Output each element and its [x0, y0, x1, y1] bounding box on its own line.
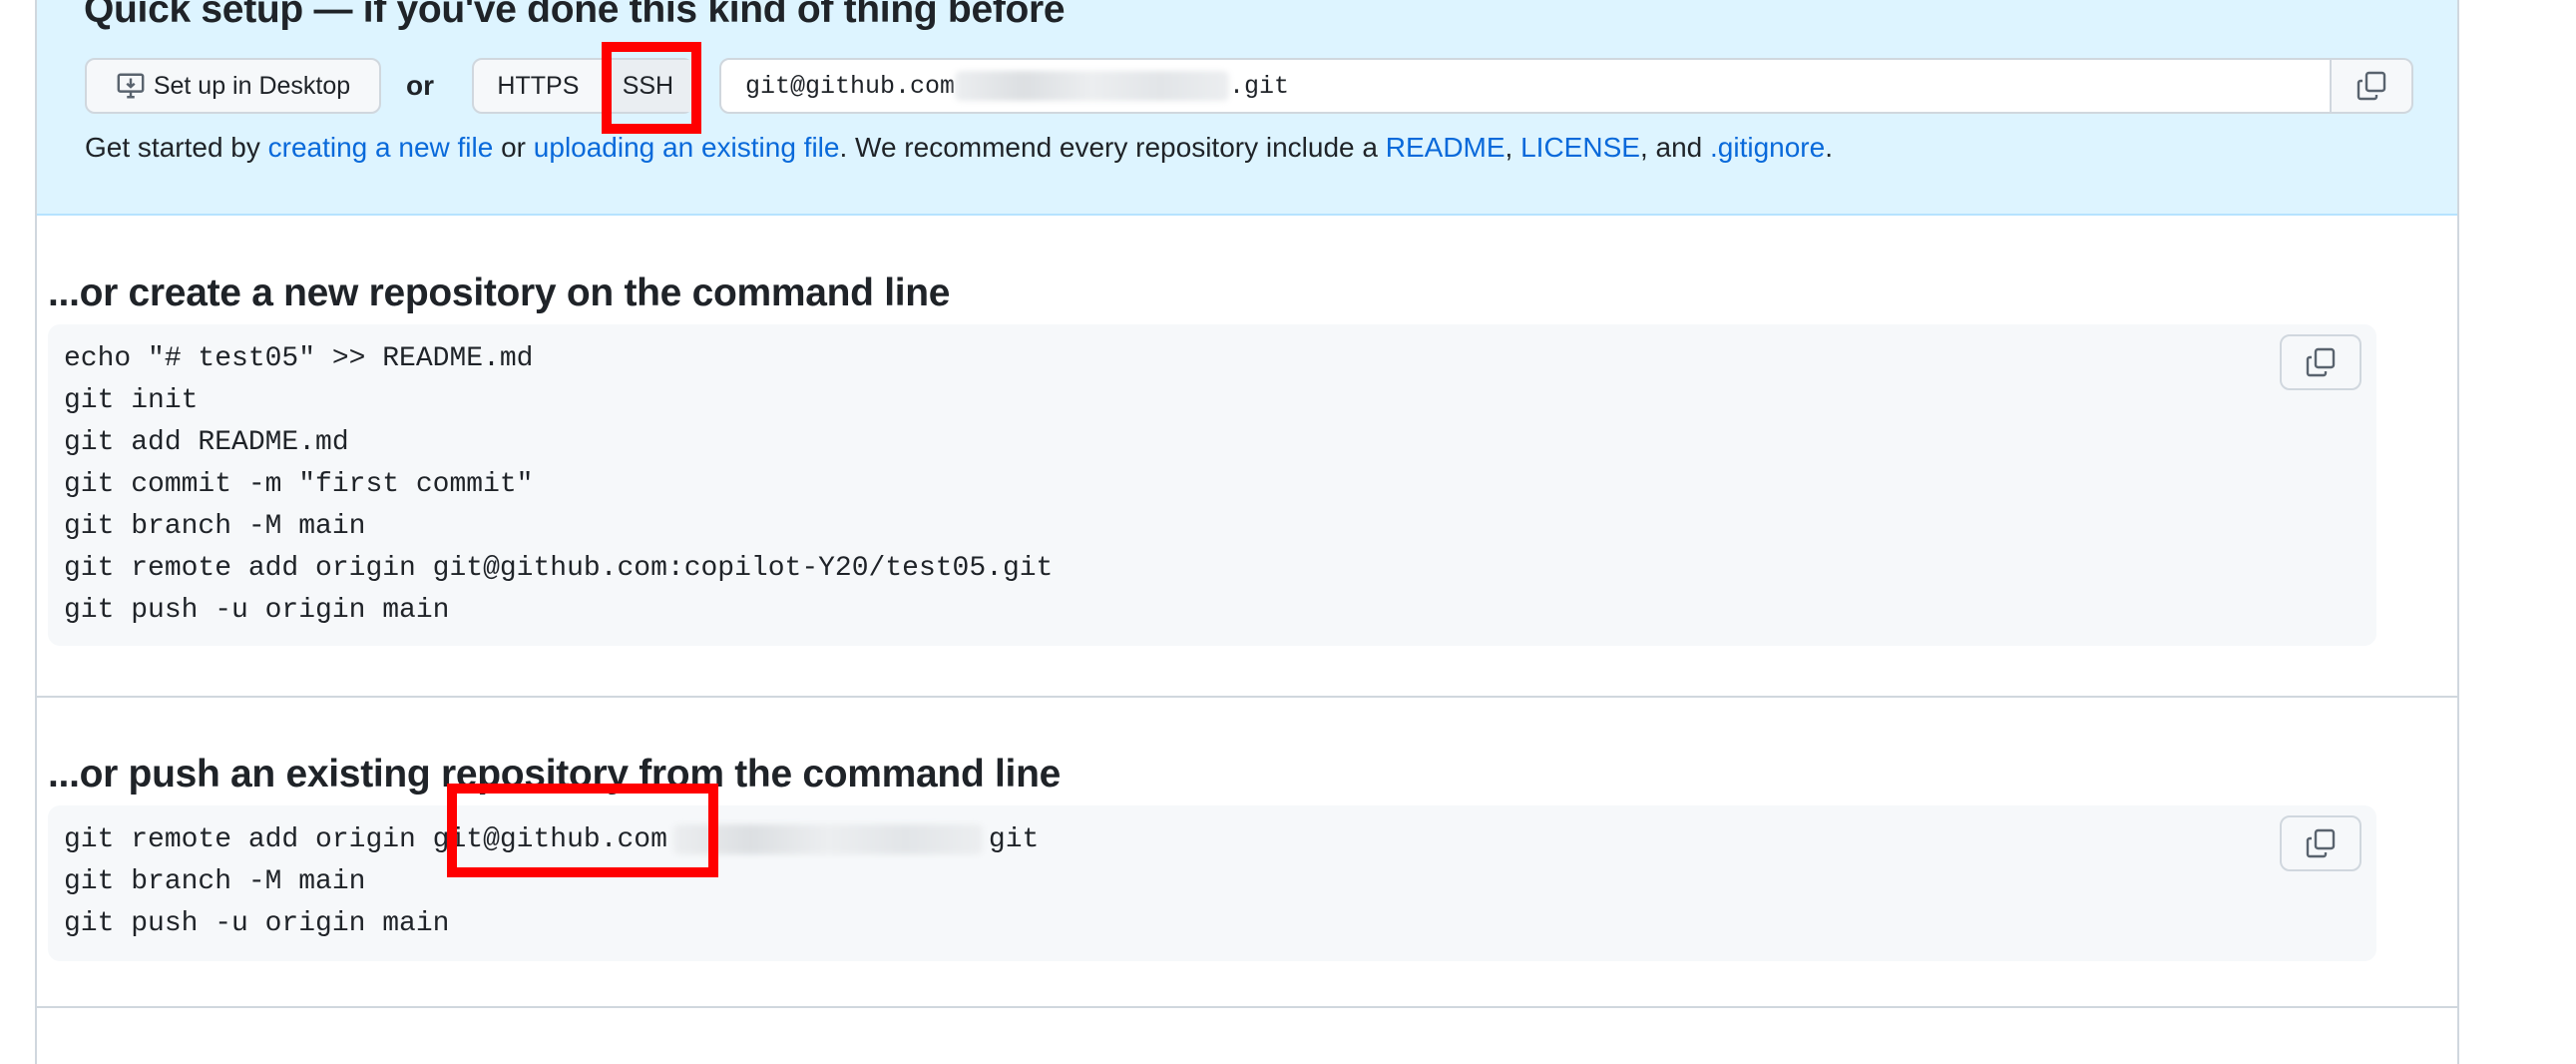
https-button[interactable]: HTTPS: [474, 60, 605, 112]
remote-suffix: git: [988, 824, 1040, 855]
remote-command-prefix: git remote add origin: [64, 824, 433, 855]
create-repo-code-block: echo "# test05" >> README.md git init gi…: [48, 324, 2376, 646]
redacted-path: [672, 823, 983, 854]
copy-url-button[interactable]: [2332, 58, 2413, 114]
code-line: git push -u origin main: [64, 595, 450, 626]
help-text-and: , and: [1639, 132, 1710, 163]
push-repo-code-block: git remote add origin git@github.com git …: [48, 805, 2376, 961]
clone-url-suffix: .git: [1229, 71, 1290, 101]
copy-create-commands-button[interactable]: [2280, 334, 2361, 390]
push-repo-title: ...or push an existing repository from t…: [48, 753, 1062, 796]
remote-host: git@github.com: [432, 824, 667, 855]
code-line: git add README.md: [64, 427, 349, 458]
ssh-button[interactable]: SSH: [604, 60, 691, 112]
clone-url-prefix: git@github.com: [745, 71, 956, 101]
gitignore-link[interactable]: .gitignore: [1710, 132, 1825, 163]
copy-icon: [2356, 70, 2387, 102]
license-link[interactable]: LICENSE: [1520, 132, 1640, 163]
section-divider: [37, 1006, 2457, 1008]
help-text-or: or: [493, 132, 534, 163]
upload-file-link[interactable]: uploading an existing file: [534, 132, 840, 163]
help-text-recommend: . We recommend every repository include …: [839, 132, 1386, 163]
code-line: git branch -M main: [64, 511, 366, 542]
or-separator: or: [406, 70, 434, 101]
setup-in-desktop-label: Set up in Desktop: [153, 71, 351, 100]
help-text-end: .: [1825, 132, 1833, 163]
code-line: git branch -M main: [64, 866, 366, 897]
quick-setup-title: Quick setup — if you've done this kind o…: [84, 0, 1066, 31]
code-line: git remote add origin git@github.com:cop…: [64, 553, 1054, 584]
quick-setup-panel: Quick setup — if you've done this kind o…: [37, 0, 2457, 216]
create-repo-title: ...or create a new repository on the com…: [48, 271, 951, 314]
code-line: git push -u origin main: [64, 908, 450, 939]
protocol-toggle: HTTPS SSH: [472, 58, 693, 114]
help-text-comma: ,: [1504, 132, 1521, 163]
readme-link[interactable]: README: [1386, 132, 1505, 163]
copy-icon: [2305, 827, 2337, 859]
code-line: echo "# test05" >> README.md: [64, 343, 534, 374]
code-line: git commit -m "first commit": [64, 469, 534, 500]
getting-started-text: Get started by creating a new file or up…: [85, 132, 1833, 164]
code-line-remote: git remote add origin git@github.com git: [64, 819, 1039, 861]
clone-url-input[interactable]: git@github.com .git: [719, 58, 2332, 114]
desktop-download-icon: [116, 71, 146, 101]
code-line: git init: [64, 385, 199, 416]
copy-push-commands-button[interactable]: [2280, 815, 2361, 871]
help-text-prefix: Get started by: [85, 132, 268, 163]
create-new-file-link[interactable]: creating a new file: [268, 132, 494, 163]
section-divider: [37, 696, 2457, 698]
setup-in-desktop-button[interactable]: Set up in Desktop: [85, 58, 381, 114]
copy-icon: [2305, 346, 2337, 378]
redacted-path: [955, 71, 1230, 101]
